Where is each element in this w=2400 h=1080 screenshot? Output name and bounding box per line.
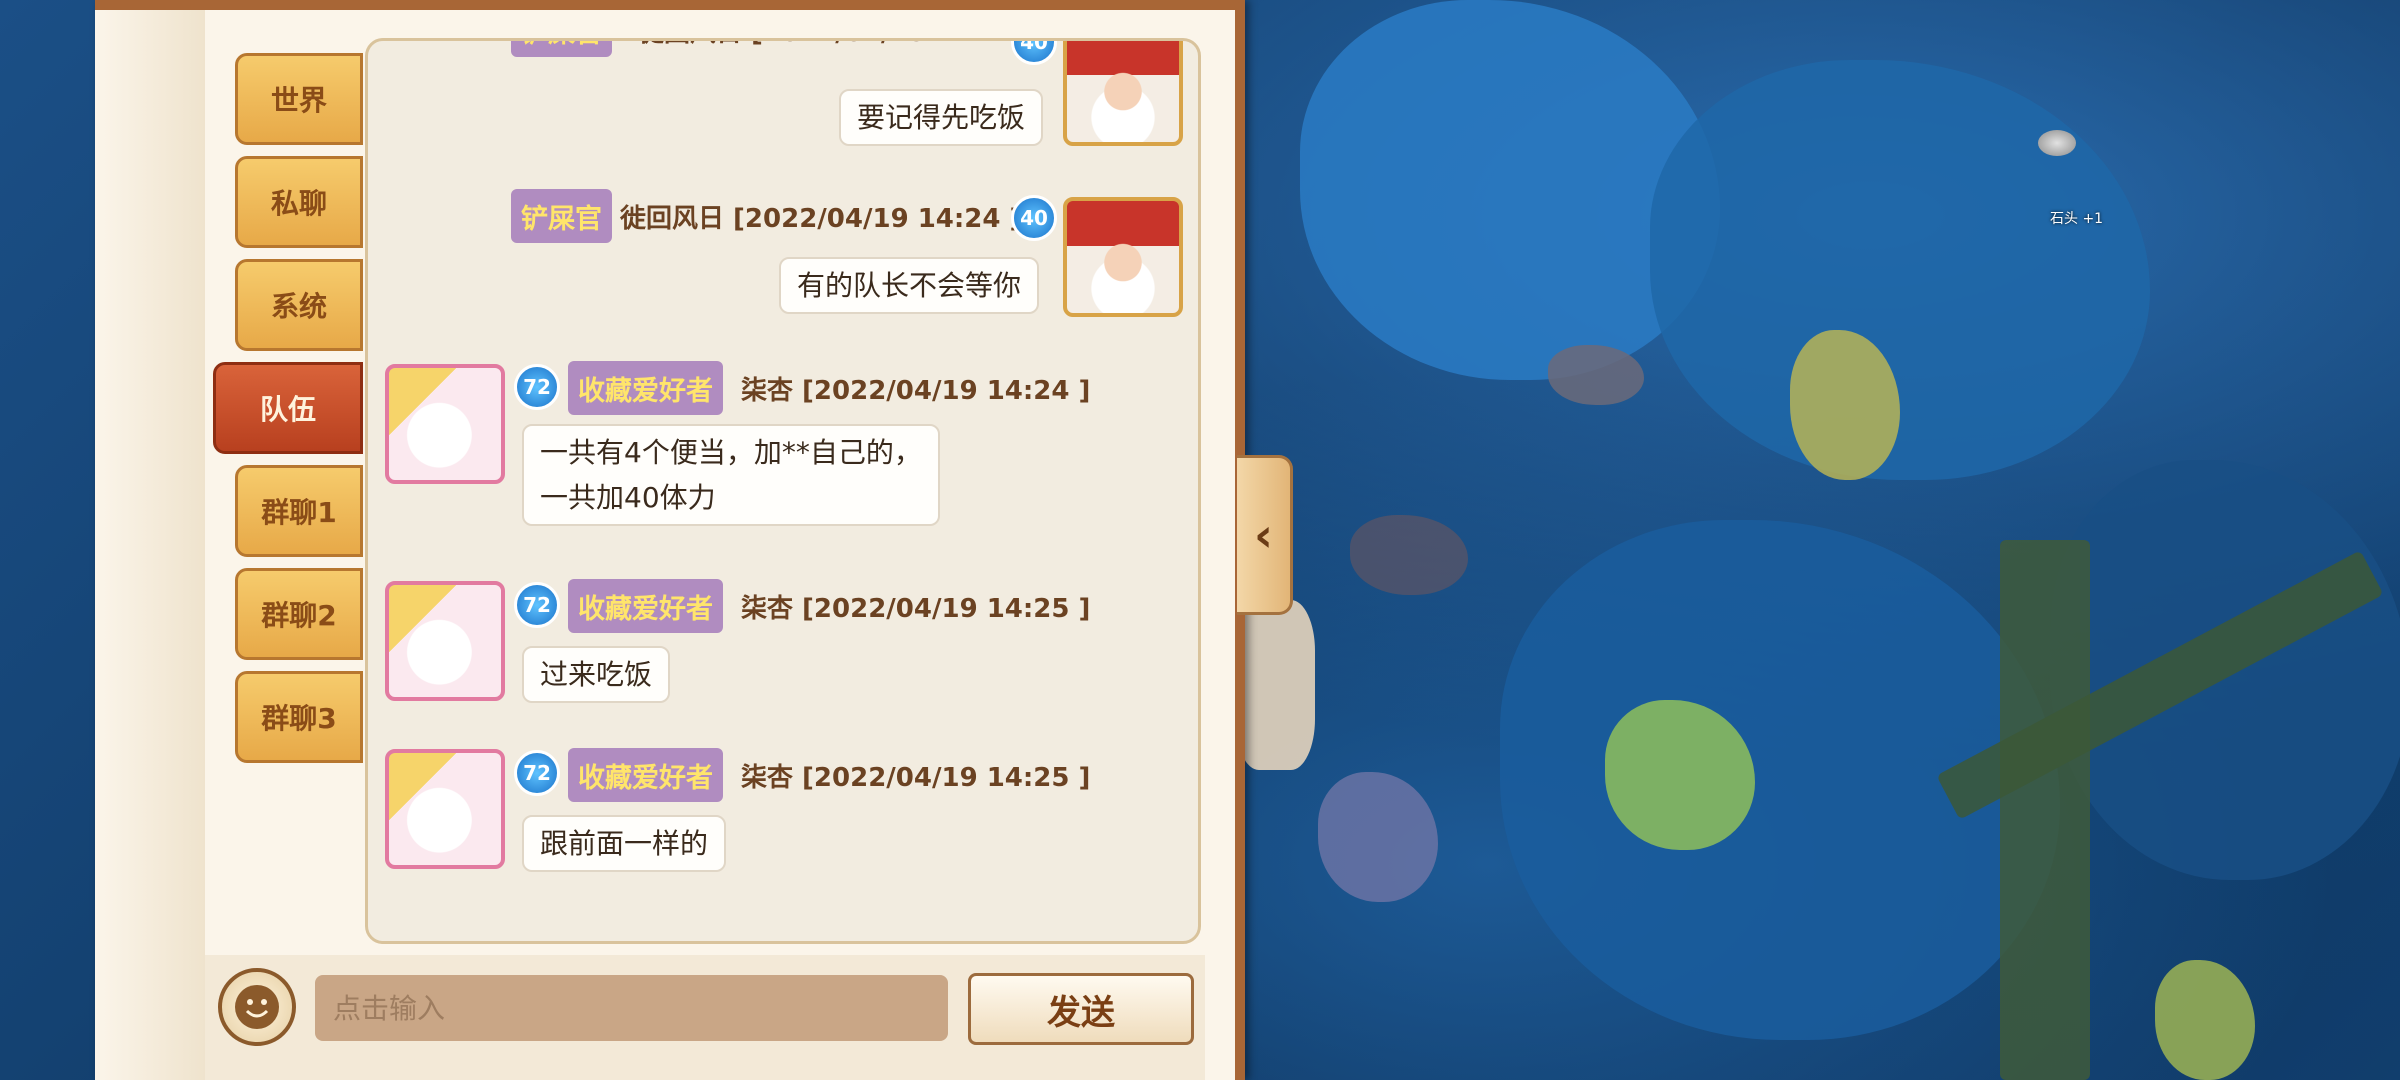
avatar[interactable] bbox=[385, 749, 505, 869]
chat-input[interactable] bbox=[315, 975, 948, 1041]
message-list[interactable]: 铲屎官 徙回风日 [2022/04/19 14:24 ] 40 要记得先吃饭 铲… bbox=[365, 38, 1201, 944]
message-line: 一共有4个便当，加**自己的， bbox=[540, 436, 922, 469]
stone-icon bbox=[2038, 130, 2076, 156]
penguin-pet bbox=[1318, 772, 1438, 902]
emoji-button[interactable] bbox=[218, 968, 296, 1046]
level-badge: 72 bbox=[514, 750, 560, 796]
panel-left-strip bbox=[95, 10, 205, 1080]
tab-group-1[interactable]: 群聊1 bbox=[235, 465, 363, 557]
tab-team[interactable]: 队伍 bbox=[213, 362, 363, 454]
message-bubble: 要记得先吃饭 bbox=[839, 89, 1044, 146]
avatar[interactable] bbox=[1063, 197, 1183, 317]
sender-name-date: 柒杏 [2022/04/19 14:24 ] bbox=[741, 375, 1091, 406]
cave-rock bbox=[1650, 60, 2150, 480]
sender-name-date: 柒杏 [2022/04/19 14:25 ] bbox=[741, 593, 1091, 624]
wooden-frame bbox=[2000, 540, 2090, 1080]
sender-name-date: 徙回风日 [2022/04/19 14:24 ] bbox=[638, 41, 1039, 57]
tab-private[interactable]: 私聊 bbox=[235, 156, 363, 248]
player-title: 收藏爱好者 bbox=[568, 579, 723, 633]
tab-group-2[interactable]: 群聊2 bbox=[235, 568, 363, 660]
avatar[interactable] bbox=[385, 581, 505, 701]
tab-group-3[interactable]: 群聊3 bbox=[235, 671, 363, 763]
player-title: 铲屎官 bbox=[511, 189, 612, 243]
smiley-icon bbox=[235, 985, 279, 1029]
level-badge: 40 bbox=[1011, 195, 1057, 241]
message-line: 一共加40体力 bbox=[540, 481, 716, 514]
sender-name-date: 柒杏 [2022/04/19 14:25 ] bbox=[741, 762, 1091, 793]
player-title: 收藏爱好者 bbox=[568, 361, 723, 415]
player-character bbox=[1235, 600, 1315, 770]
green-crystal bbox=[2155, 960, 2255, 1080]
send-button[interactable]: 发送 bbox=[968, 973, 1194, 1045]
chevron-left-icon: ‹ bbox=[1254, 508, 1273, 562]
tab-world[interactable]: 世界 bbox=[235, 53, 363, 145]
sender-name-date: 徙回风日 [2022/04/19 14:24 ] bbox=[620, 203, 1022, 234]
message-bubble: 跟前面一样的 bbox=[522, 815, 727, 872]
panel-top-border bbox=[95, 0, 1235, 10]
ore-rock[interactable] bbox=[1350, 515, 1468, 595]
message-bubble: 有的队长不会等你 bbox=[779, 257, 1040, 314]
collapse-panel-button[interactable]: ‹ bbox=[1237, 455, 1293, 615]
level-badge: 40 bbox=[1011, 41, 1057, 65]
player-title: 收藏爱好者 bbox=[568, 748, 723, 802]
player-title: 铲屎官 bbox=[511, 41, 612, 57]
level-badge: 72 bbox=[514, 364, 560, 410]
pickup-notice: 石头 +1 bbox=[2050, 211, 2104, 227]
message-bubble: 一共有4个便当，加**自己的， 一共加40体力 bbox=[522, 424, 940, 526]
message-bubble: 过来吃饭 bbox=[522, 646, 671, 703]
level-badge: 72 bbox=[514, 582, 560, 628]
avatar[interactable] bbox=[385, 364, 505, 484]
tab-system[interactable]: 系统 bbox=[235, 259, 363, 351]
avatar[interactable] bbox=[1063, 41, 1183, 146]
